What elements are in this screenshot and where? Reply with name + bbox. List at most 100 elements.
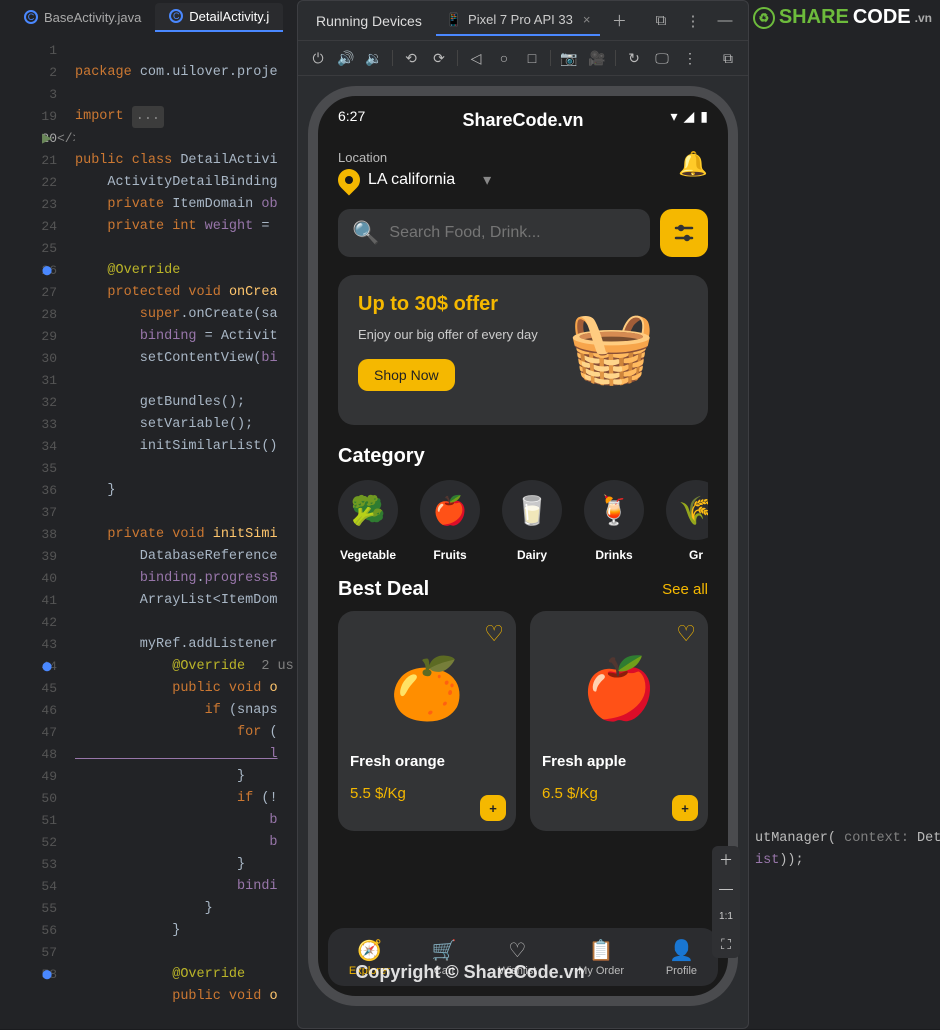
deal-card-apple[interactable]: ♡ 🍎 Fresh apple 6.5 $/Kg + <box>530 611 708 831</box>
home-icon[interactable]: ○ <box>492 46 516 70</box>
add-to-cart-button[interactable]: + <box>480 795 506 821</box>
layout-inspector-icon[interactable]: ⧉ <box>716 46 740 70</box>
code-text: } <box>75 923 180 938</box>
more-menu-icon[interactable]: ⋮ <box>680 8 706 34</box>
nav-cart[interactable]: 🛒Cart <box>432 938 457 977</box>
add-device-button[interactable]: ＋ <box>606 8 632 34</box>
minimize-icon[interactable]: — <box>712 8 738 34</box>
zoom-in-button[interactable]: ＋ <box>712 846 740 874</box>
category-fruits[interactable]: 🍎Fruits <box>420 480 480 562</box>
code-text: = Activit <box>197 329 278 344</box>
zoom-actual-button[interactable]: 1:1 <box>712 902 740 930</box>
running-devices-header: Running Devices 📱 Pixel 7 Pro API 33 × ＋… <box>298 1 748 41</box>
code-text: weight <box>205 219 254 234</box>
heart-icon: ♡ <box>508 938 526 963</box>
category-drinks[interactable]: 🍹Drinks <box>584 480 644 562</box>
code-text: binding <box>140 571 197 586</box>
code-text: public void <box>75 681 269 696</box>
code-text: = <box>253 219 277 234</box>
tab-label: DetailActivity.j <box>189 9 269 24</box>
product-image: 🍊 <box>350 633 504 743</box>
code-text: onCrea <box>229 285 278 300</box>
code-text: } <box>75 857 245 872</box>
shop-now-button[interactable]: Shop Now <box>358 359 455 391</box>
product-name: Fresh orange <box>350 753 504 770</box>
see-all-link[interactable]: See all <box>662 581 708 598</box>
location-dropdown[interactable]: LA california ▾ <box>338 169 491 191</box>
power-icon[interactable]: ⏻ <box>306 46 330 70</box>
screen-record-icon[interactable]: 🎥 <box>585 46 609 70</box>
nav-profile[interactable]: 👤Profile <box>666 938 697 977</box>
code-text: ActivityDetailBinding <box>75 175 278 190</box>
reload-icon[interactable]: ↻ <box>622 46 646 70</box>
code-text: . <box>197 571 205 586</box>
back-icon[interactable]: ◁ <box>464 46 488 70</box>
code-text: l <box>75 747 278 762</box>
zoom-controls: ＋ — 1:1 ⛶ <box>712 846 740 958</box>
zoom-out-button[interactable]: — <box>712 874 740 902</box>
code-text: (snaps <box>229 703 278 718</box>
line-gutter: 12319 20 ▶</> 2122232425 26 ⬤ 2728293031… <box>0 34 75 1029</box>
bottom-nav: 🧭Explorer 🛒Cart ♡Wishlist 📋My Order 👤Pro… <box>328 928 718 986</box>
deal-card-orange[interactable]: ♡ 🍊 Fresh orange 5.5 $/Kg + <box>338 611 516 831</box>
rotate-left-icon[interactable]: ⟲ <box>399 46 423 70</box>
code-text: setContentView( <box>75 351 261 366</box>
chevron-down-icon: ▾ <box>483 170 491 190</box>
logo-icon: ♻ <box>753 7 775 29</box>
search-input[interactable] <box>389 224 636 242</box>
code-text: o <box>269 681 277 696</box>
category-dairy[interactable]: 🥛Dairy <box>502 480 562 562</box>
nav-wishlist[interactable]: ♡Wishlist <box>498 938 536 977</box>
filter-button[interactable] <box>660 209 708 257</box>
code-text: private <box>75 197 172 212</box>
category-vegetable[interactable]: 🥦Vegetable <box>338 480 398 562</box>
promo-banner[interactable]: Up to 30$ offer Enjoy our big offer of e… <box>338 275 708 425</box>
code-text: DetailActivi <box>180 153 277 168</box>
device-tab-pixel7[interactable]: 📱 Pixel 7 Pro API 33 × <box>436 6 601 36</box>
category-row[interactable]: 🥦Vegetable 🍎Fruits 🥛Dairy 🍹Drinks 🌾Gr <box>338 480 708 562</box>
app-title: ShareCode.vn <box>318 110 728 131</box>
editor-tab-base-activity[interactable]: C BaseActivity.java <box>10 4 155 31</box>
fruits-icon: 🍎 <box>420 480 480 540</box>
overview-icon[interactable]: □ <box>520 46 544 70</box>
rotate-right-icon[interactable]: ⟳ <box>427 46 451 70</box>
code-text: @Override <box>75 659 245 674</box>
running-devices-title: Running Devices <box>308 9 430 33</box>
notification-bell-icon[interactable]: 🔔 <box>678 150 708 179</box>
grain-icon: 🌾 <box>666 480 708 540</box>
add-to-cart-button[interactable]: + <box>672 795 698 821</box>
window-options-icon[interactable]: ⧉ <box>648 8 674 34</box>
screenshot-icon[interactable]: 📷 <box>557 46 581 70</box>
editor-tab-detail-activity[interactable]: C DetailActivity.j <box>155 3 283 32</box>
code-text: DatabaseReference <box>75 549 278 564</box>
heart-icon[interactable]: ♡ <box>676 621 696 647</box>
close-icon[interactable]: × <box>583 12 591 27</box>
dairy-icon: 🥛 <box>502 480 562 540</box>
code-text <box>75 879 237 894</box>
device-tab-label: Pixel 7 Pro API 33 <box>468 12 573 27</box>
logo-text-vn: .vn <box>915 11 932 25</box>
heart-icon[interactable]: ♡ <box>484 621 504 647</box>
zoom-fit-button[interactable]: ⛶ <box>712 930 740 958</box>
search-box[interactable]: 🔍 <box>338 209 650 257</box>
display-settings-icon[interactable]: 🖵 <box>650 46 674 70</box>
code-text <box>75 571 140 586</box>
more-toolbar-icon[interactable]: ⋮ <box>678 46 702 70</box>
class-icon: C <box>24 10 38 24</box>
folded-region[interactable]: ... <box>132 106 164 128</box>
volume-up-icon[interactable]: 🔊 <box>334 46 358 70</box>
vegetable-icon: 🥦 <box>338 480 398 540</box>
phone-icon: 📱 <box>446 12 462 28</box>
code-text-overflow: utManager( context: Detail ist)); <box>755 806 940 872</box>
code-text: progressB <box>205 571 278 586</box>
code-text: b <box>75 835 278 850</box>
banner-basket-image: 🧺 <box>568 293 688 403</box>
code-text <box>75 329 140 344</box>
nav-explorer[interactable]: 🧭Explorer <box>349 938 390 977</box>
code-text: (! <box>261 791 277 806</box>
location-label: Location <box>338 150 491 165</box>
code-text: o <box>269 989 277 1004</box>
category-grain[interactable]: 🌾Gr <box>666 480 708 562</box>
volume-down-icon[interactable]: 🔉 <box>362 46 386 70</box>
nav-my-order[interactable]: 📋My Order <box>578 938 624 977</box>
